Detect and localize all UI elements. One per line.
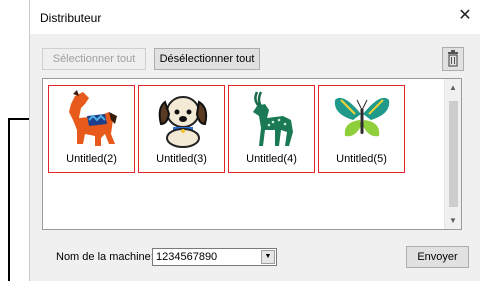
design-caption: Untitled(3) [156,153,207,165]
machine-name-value: 1234567890 [156,251,218,263]
design-list[interactable]: Untitled(2) Untitled(3) Untitled(4) Unti… [42,78,462,230]
close-icon[interactable]: ✕ [455,6,475,26]
butterfly-icon [334,97,390,137]
callout-leader-line-vertical [8,118,10,281]
design-tile[interactable]: Untitled(2) [48,85,135,173]
distributor-dialog: Distributeur ✕ Sélectionner tout Désélec… [29,0,480,281]
puppy-icon [158,96,208,148]
vertical-scrollbar[interactable]: ▲ ▼ [444,79,461,229]
design-tile[interactable]: Untitled(5) [318,85,405,173]
design-caption: Untitled(4) [246,153,297,165]
delete-button[interactable] [442,47,464,71]
horse-icon [69,90,117,146]
window-title: Distributeur [40,11,102,25]
scroll-up-icon[interactable]: ▲ [445,79,461,96]
trash-icon [448,50,458,67]
machine-name-label: Nom de la machine: [56,251,154,263]
deselect-all-button[interactable]: Désélectionner tout [154,48,260,70]
design-tile[interactable]: Untitled(3) [138,85,225,173]
machine-name-select[interactable]: 1234567890 ▼ [152,248,277,266]
scroll-down-icon[interactable]: ▼ [445,212,461,229]
design-caption: Untitled(5) [336,153,387,165]
select-all-button[interactable]: Sélectionner tout [42,48,146,70]
scroll-thumb[interactable] [449,101,458,207]
antelope-icon [253,91,293,146]
send-button[interactable]: Envoyer [406,246,469,268]
title-bar: Distributeur ✕ [30,0,480,34]
design-caption: Untitled(2) [66,153,117,165]
chevron-down-icon[interactable]: ▼ [261,250,275,264]
design-tile[interactable]: Untitled(4) [228,85,315,173]
